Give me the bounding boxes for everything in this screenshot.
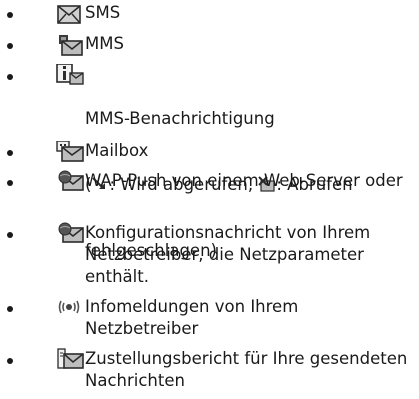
wap-push-icon bbox=[56, 170, 84, 192]
list-item-wap-push: WAP-Push von einem Web-Server oder bbox=[0, 170, 419, 216]
list-item-mms: MMS bbox=[0, 33, 419, 59]
bullet bbox=[7, 150, 13, 156]
bullet bbox=[7, 358, 13, 364]
sms-envelope-icon bbox=[56, 4, 84, 26]
item-text: WAP-Push von einem Web-Server oder bbox=[85, 171, 403, 190]
bullet bbox=[7, 232, 13, 238]
item-text: Zustellungsbericht für Ihre gesendeten N… bbox=[85, 349, 413, 390]
list-item-info-broadcast: Infomeldungen von Ihrem Netzbetreiber bbox=[0, 296, 419, 342]
bullet bbox=[7, 43, 13, 49]
bullet bbox=[7, 74, 13, 80]
list-item-mailbox: Mailbox bbox=[0, 140, 419, 166]
mms-notification-icon bbox=[56, 63, 84, 86]
mms-envelope-icon bbox=[56, 35, 84, 57]
bullet bbox=[7, 306, 13, 312]
list-item-sms: SMS bbox=[0, 2, 419, 28]
mailbox-envelope-icon bbox=[56, 140, 84, 163]
list-item-delivery-report: Zustellungsbericht für Ihre gesendeten N… bbox=[0, 348, 419, 396]
delivery-report-icon bbox=[56, 348, 84, 370]
item-title: MMS-Benachrichtigung bbox=[85, 109, 275, 128]
info-broadcast-icon bbox=[56, 296, 84, 318]
item-text: Mailbox bbox=[85, 141, 149, 160]
configuration-message-icon bbox=[56, 222, 84, 244]
list-item-mms-notification: MMS-Benachrichtigung (: Wird abgerufen, … bbox=[0, 63, 419, 260]
item-text: SMS bbox=[85, 3, 121, 22]
item-text: MMS bbox=[85, 34, 124, 53]
bullet bbox=[7, 12, 13, 18]
item-text: Konfigurationsnachricht von Ihrem Netzbe… bbox=[85, 223, 376, 286]
bullet bbox=[7, 180, 13, 186]
item-text: Infomeldungen von Ihrem Netzbetreiber bbox=[85, 297, 304, 338]
list-item-configuration-message: Konfigurationsnachricht von Ihrem Netzbe… bbox=[0, 222, 419, 290]
